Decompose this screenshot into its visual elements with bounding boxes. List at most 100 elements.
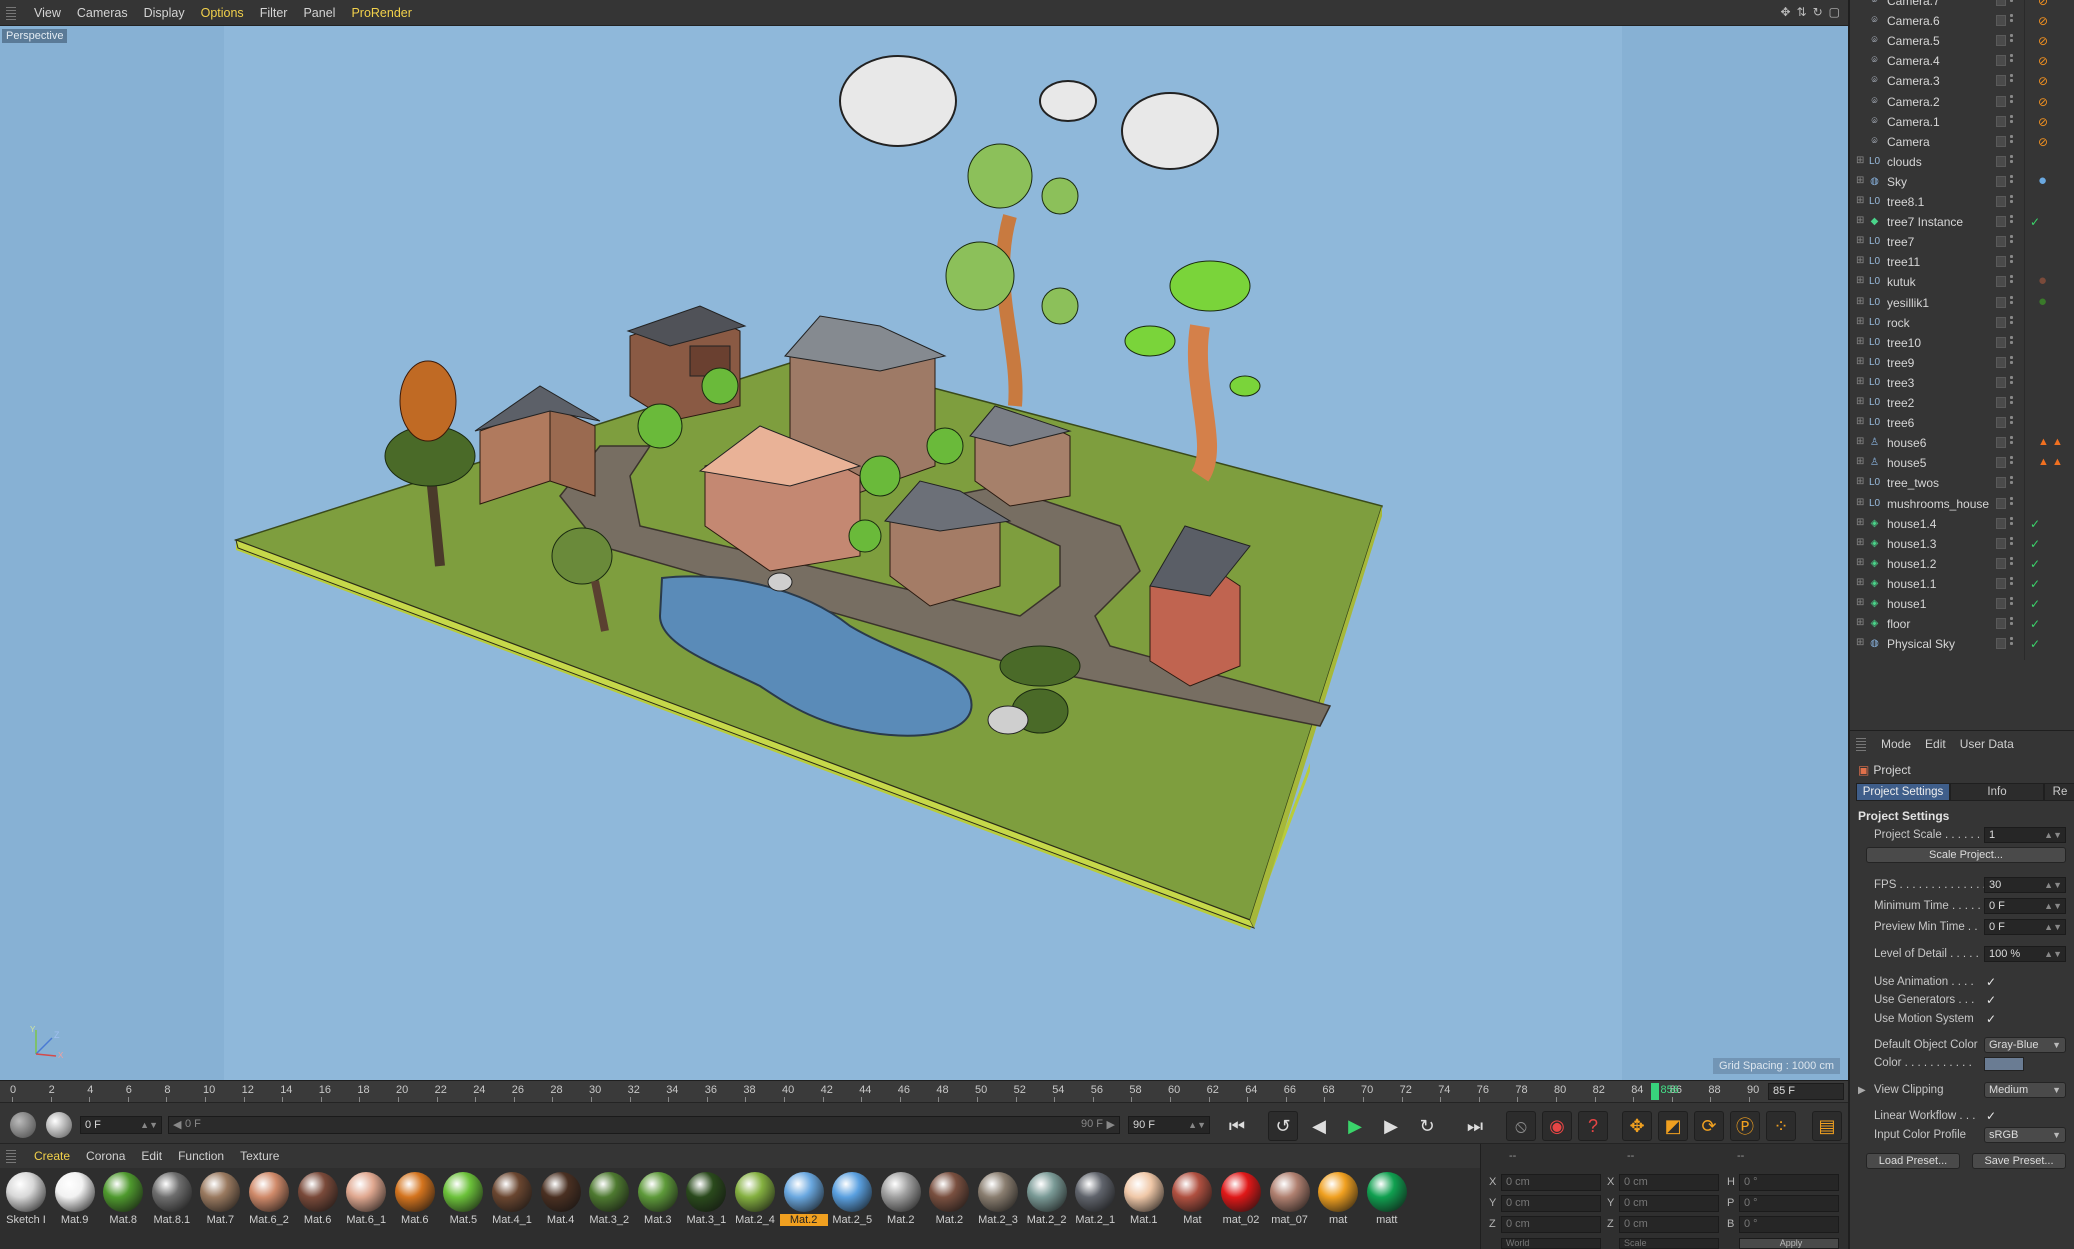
object-name[interactable]: tree7 [1887,235,1914,249]
object-row[interactable]: ⊞ L0 tree10 [1850,333,2074,353]
layer-icon[interactable] [1996,135,2006,147]
timeline-ruler[interactable]: 0 2 4 6 8 10 12 14 16 18 20 22 24 26 28 30 32 34 36 38 40 42 4… [0,1080,1848,1102]
menu-prorender[interactable]: ProRender [343,0,419,26]
key-scale-icon[interactable]: ◩ [1658,1111,1688,1141]
object-name[interactable]: clouds [1887,155,1922,169]
size-z-field[interactable]: 0 cm [1619,1216,1719,1233]
key-position-icon[interactable]: ✥ [1622,1111,1652,1141]
menu-options[interactable]: Options [193,0,252,26]
material-tag-icon[interactable]: ● [2038,293,2047,310]
material-swatch[interactable]: Mat.2 [877,1172,925,1226]
visibility-dots-icon[interactable] [2010,476,2016,490]
check-icon[interactable]: ✓ [2030,617,2040,631]
object-row[interactable]: ⊞ ◍ Sky ● [1850,172,2074,192]
material-swatch[interactable]: Mat.8 [99,1172,147,1226]
menu-edit[interactable]: Edit [1918,737,1953,751]
object-row[interactable]: ⌾ Camera.1 ⊘ [1850,112,2074,132]
material-swatch[interactable]: mat_07 [1266,1172,1314,1226]
visibility-dots-icon[interactable] [2010,335,2016,350]
play-icon[interactable]: ▶ [1340,1111,1370,1141]
visibility-dots-icon[interactable] [2010,255,2016,269]
expand-icon[interactable]: ⊞ [1856,296,1864,307]
visibility-dots-icon[interactable] [2010,94,2016,109]
material-swatch[interactable]: Mat.6 [294,1172,342,1226]
maximize-view-icon[interactable]: ▢ [1829,5,1840,19]
visibility-dots-icon[interactable] [2010,456,2016,470]
material-swatch[interactable]: Mat.2_4 [731,1172,779,1226]
layer-icon[interactable] [1996,196,2006,207]
object-name[interactable]: house6 [1887,436,1926,450]
visibility-dots-icon[interactable] [2010,34,2016,48]
object-name[interactable]: Camera.5 [1887,34,1940,48]
layer-icon[interactable] [1996,316,2006,328]
object-row[interactable]: ⊞ L0 tree_twos [1850,473,2074,493]
check-icon[interactable]: ✓ [2030,597,2040,611]
visibility-dots-icon[interactable] [2010,14,2016,28]
object-name[interactable]: tree7 Instance [1887,215,1963,229]
visibility-dots-icon[interactable] [2010,295,2016,310]
object-row[interactable]: ⊞ L0 tree3 [1850,373,2074,393]
fps-field[interactable]: 30 ▲▼ [1984,877,2066,893]
material-swatch[interactable]: Mat.9 [51,1172,99,1226]
layer-icon[interactable] [1996,356,2006,368]
input-color-profile-dropdown[interactable]: sRGB ▼ [1984,1127,2066,1143]
material-swatch[interactable]: Mat.2_3 [974,1172,1022,1226]
object-name[interactable]: Camera.3 [1887,74,1940,88]
preview-range-slider[interactable]: ◀ 0 F 90 F ▶ [168,1116,1120,1134]
menu-create[interactable]: Create [26,1149,78,1163]
material-swatch[interactable]: matt [1363,1172,1411,1226]
use-animation-checkbox[interactable]: ✓ [1986,976,1998,988]
object-row[interactable]: ⊞ L0 tree7 [1850,232,2074,252]
next-frame-icon[interactable]: ▶ [1376,1111,1406,1141]
check-icon[interactable]: ✓ [2030,215,2040,229]
size-x-field[interactable]: 0 cm [1619,1174,1719,1191]
prev-frame-icon[interactable]: ◀ [1304,1111,1334,1141]
visibility-dots-icon[interactable] [2010,215,2016,229]
object-name[interactable]: tree2 [1887,396,1914,410]
record-keys-icon[interactable]: ◉ [1542,1111,1572,1141]
material-swatch[interactable]: Mat.2_2 [1023,1172,1071,1226]
object-name[interactable]: yesillik1 [1887,296,1929,310]
key-parameter-icon[interactable]: Ⓟ [1730,1111,1760,1141]
camera-tag-icon[interactable]: ⊘ [2038,95,2048,109]
layer-icon[interactable] [1996,75,2006,87]
object-row[interactable]: ⊞ L0 rock [1850,313,2074,333]
object-name[interactable]: rock [1887,316,1910,330]
object-name[interactable]: house1.3 [1887,537,1936,551]
object-row[interactable]: ⊞ ◈ house1.4 ✓ [1850,514,2074,534]
menu-view[interactable]: View [26,0,69,26]
material-swatch[interactable]: Mat.2 [779,1172,828,1226]
layer-icon[interactable] [1996,95,2006,107]
object-row[interactable]: ⊞ ♙ house5 ▲ ▲ [1850,453,2074,473]
object-row[interactable]: ⊞ L0 tree6 [1850,413,2074,433]
expand-icon[interactable]: ⊞ [1856,456,1864,467]
material-swatch[interactable]: Mat.2 [925,1172,973,1226]
object-name[interactable]: Camera [1887,135,1930,149]
layer-icon[interactable] [1996,296,2006,308]
size-y-field[interactable]: 0 cm [1619,1195,1719,1212]
material-tag-icon[interactable]: ● [2038,272,2047,289]
expand-arrow-icon[interactable]: ▶ [1858,1085,1866,1096]
layer-icon[interactable] [1996,236,2006,248]
warning-icon[interactable]: ▲ ▲ [2038,436,2063,448]
visibility-dots-icon[interactable] [2010,556,2016,571]
visibility-dots-icon[interactable] [2010,195,2016,209]
object-name[interactable]: house1.4 [1887,517,1936,531]
object-name[interactable]: Sky [1887,175,1907,189]
expand-icon[interactable]: ⊞ [1856,396,1864,407]
expand-icon[interactable]: ⊞ [1856,577,1864,588]
expand-icon[interactable]: ⊞ [1856,597,1864,608]
position-z-field[interactable]: 0 cm [1501,1216,1601,1233]
layer-icon[interactable] [1996,577,2006,589]
expand-icon[interactable]: ⊞ [1856,175,1864,186]
object-row[interactable]: ⊞ ♙ house6 ▲ ▲ [1850,433,2074,453]
visibility-dots-icon[interactable] [2010,174,2016,189]
layer-icon[interactable] [1996,15,2006,27]
object-name[interactable]: tree3 [1887,376,1914,390]
goto-end-icon[interactable]: ⏭ [1460,1111,1490,1141]
object-row[interactable]: ⊞ L0 tree8.1 [1850,192,2074,212]
material-swatch[interactable]: Mat.4 [537,1172,585,1226]
goto-prev-key-icon[interactable]: ↺ [1268,1111,1298,1141]
material-swatch[interactable]: Mat.3_2 [585,1172,633,1226]
rotation-h-field[interactable]: 0 ° [1739,1174,1839,1191]
